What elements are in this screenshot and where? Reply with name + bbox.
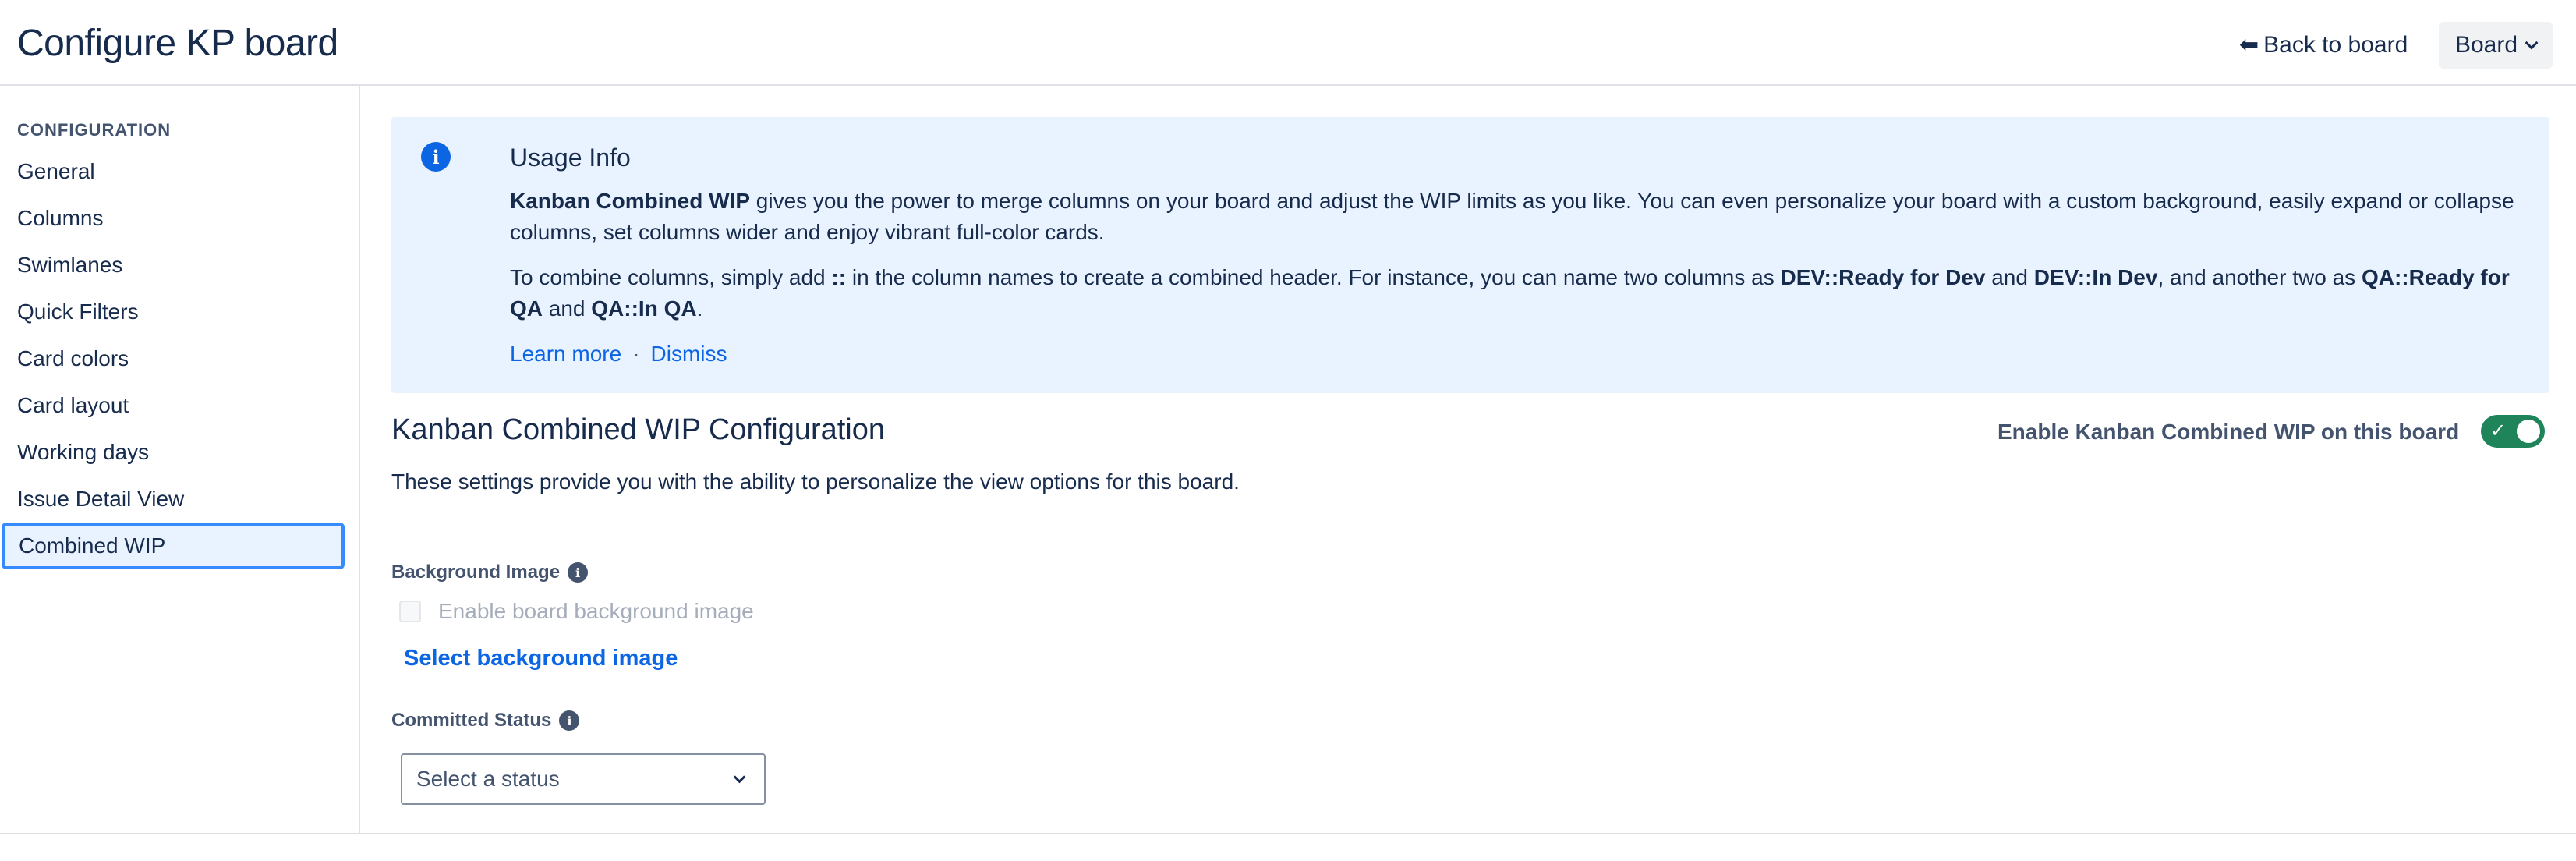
usage-info-body: Kanban Combined WIP gives you the power …: [510, 186, 2521, 370]
enable-combined-wip-toggle[interactable]: ✓: [2481, 415, 2545, 448]
usage-info-text: To combine columns, simply add: [510, 265, 832, 289]
usage-info-text: in the column names to create a combined…: [846, 265, 1781, 289]
product-name: Kanban Combined WIP: [510, 189, 750, 213]
sidebar-nav: General Columns Swimlanes Quick Filters …: [0, 148, 359, 569]
enable-toggle-label: Enable Kanban Combined WIP on this board: [1997, 420, 2460, 444]
back-to-board-link[interactable]: ⬅ Back to board: [2239, 25, 2408, 66]
separator-token: ::: [831, 265, 847, 289]
chevron-down-icon: [733, 771, 746, 783]
committed-info-icon[interactable]: i: [559, 710, 580, 731]
sidebar-item-working-days[interactable]: Working days: [0, 429, 359, 476]
status-select-placeholder: Select a status: [416, 767, 560, 791]
toggle-knob: [2517, 420, 2540, 443]
committed-status-label: Committed Status i: [391, 710, 580, 732]
page-title: Configure KP board: [17, 23, 338, 64]
enable-background-checkbox-label: Enable board background image: [438, 599, 754, 623]
board-dropdown-button[interactable]: Board: [2439, 22, 2553, 69]
dismiss-link[interactable]: Dismiss: [651, 338, 727, 370]
check-icon: ✓: [2490, 420, 2507, 441]
enable-background-checkbox[interactable]: [399, 601, 421, 622]
example-column: QA::In QA: [591, 296, 697, 321]
sidebar-item-swimlanes[interactable]: Swimlanes: [0, 242, 359, 289]
sidebar-item-combined-wip[interactable]: Combined WIP: [2, 523, 345, 569]
header: Configure KP board ⬅ Back to board Board: [0, 0, 2576, 86]
usage-info-title: Usage Info: [510, 144, 631, 172]
background-checkbox-row: Enable board background image: [399, 599, 754, 624]
committed-status-select[interactable]: Select a status: [401, 753, 766, 805]
config-section-title: Kanban Combined WIP Configuration: [391, 413, 886, 446]
usage-info-panel: i Usage Info Kanban Combined WIP gives y…: [391, 117, 2549, 393]
learn-more-link[interactable]: Learn more: [510, 338, 621, 370]
example-column: DEV::Ready for Dev: [1780, 265, 1986, 289]
background-image-label: Background Image i: [391, 562, 589, 583]
main-content: i Usage Info Kanban Combined WIP gives y…: [360, 86, 2576, 834]
config-description: These settings provide you with the abil…: [391, 469, 1240, 494]
committed-status-label-text: Committed Status: [391, 710, 552, 731]
sidebar-item-columns[interactable]: Columns: [0, 195, 359, 242]
usage-info-text: and: [543, 296, 592, 321]
usage-info-paragraph-1: Kanban Combined WIP gives you the power …: [510, 186, 2521, 248]
bottom-divider: [0, 833, 2576, 834]
sidebar-item-quick-filters[interactable]: Quick Filters: [0, 289, 359, 335]
usage-info-text: , and another two as: [2157, 265, 2362, 289]
usage-info-text: and: [1985, 265, 2034, 289]
usage-info-links: Learn more · Dismiss: [510, 338, 2521, 370]
usage-info-text: .: [696, 296, 703, 321]
background-image-label-text: Background Image: [391, 562, 561, 583]
sidebar-heading: CONFIGURATION: [17, 120, 172, 140]
board-button-label: Board: [2454, 32, 2518, 58]
sidebar: CONFIGURATION General Columns Swimlanes …: [0, 86, 360, 834]
usage-info-text: gives you the power to merge columns on …: [510, 189, 2514, 244]
info-icon: i: [421, 142, 451, 172]
back-to-board-label: Back to board: [2263, 32, 2408, 58]
background-info-icon[interactable]: i: [568, 562, 589, 583]
link-separator: ·: [632, 342, 640, 366]
usage-info-paragraph-2: To combine columns, simply add :: in the…: [510, 262, 2521, 324]
sidebar-item-issue-detail-view[interactable]: Issue Detail View: [0, 476, 359, 523]
sidebar-item-card-colors[interactable]: Card colors: [0, 335, 359, 382]
sidebar-item-general[interactable]: General: [0, 148, 359, 195]
example-column: DEV::In Dev: [2033, 265, 2158, 289]
back-arrow-icon: ⬅: [2239, 32, 2259, 58]
select-background-image-link[interactable]: Select background image: [404, 646, 678, 671]
page: Configure KP board ⬅ Back to board Board…: [0, 0, 2576, 861]
chevron-down-icon: [2525, 36, 2539, 50]
sidebar-item-card-layout[interactable]: Card layout: [0, 382, 359, 429]
